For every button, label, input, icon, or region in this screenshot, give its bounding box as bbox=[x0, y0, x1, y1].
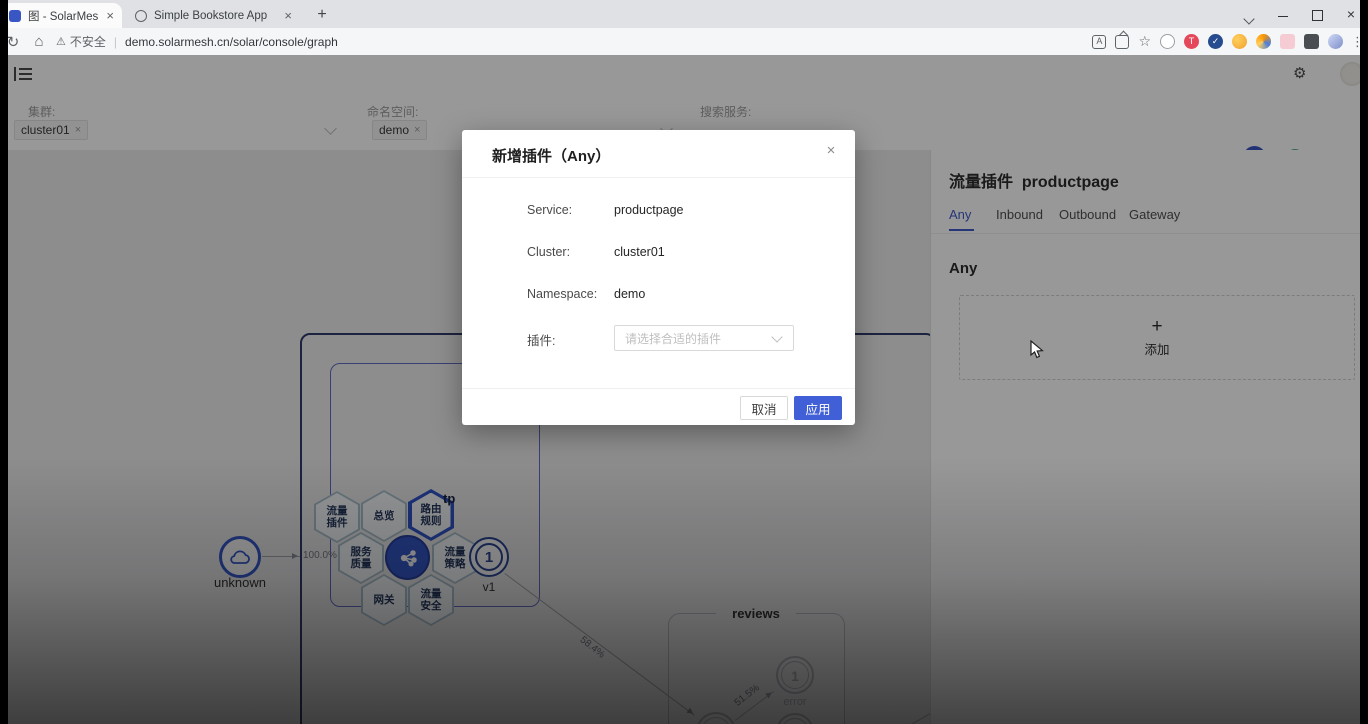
address-bar[interactable]: ⚠ 不安全 | demo.solarmesh.cn/solar/console/… bbox=[56, 31, 1084, 52]
modal-title: 新增插件（Any） bbox=[492, 145, 610, 166]
letterbox-left bbox=[0, 0, 8, 724]
screen: 图 - SolarMesh × Simple Bookstore App × +… bbox=[0, 0, 1368, 724]
service-label: Service: bbox=[527, 203, 572, 217]
plugin-select-placeholder: 请选择合适的插件 bbox=[625, 330, 773, 347]
active-tab-underline bbox=[949, 229, 974, 231]
cluster-label: 集群: bbox=[28, 103, 55, 120]
apply-button[interactable]: 应用 bbox=[794, 396, 842, 420]
productpage-v1-node[interactable]: 1 bbox=[469, 537, 509, 577]
extension-emoji-icon[interactable] bbox=[1232, 34, 1247, 49]
solarmesh-favicon bbox=[9, 10, 21, 22]
home-icon[interactable]: ⌂ bbox=[26, 33, 52, 50]
collapse-menu-icon[interactable] bbox=[14, 66, 32, 82]
profile-avatar-icon[interactable] bbox=[1328, 34, 1343, 49]
cluster-select-chevron-icon[interactable] bbox=[324, 122, 337, 135]
tab-strip: 图 - SolarMesh × Simple Bookstore App × +… bbox=[0, 0, 1368, 28]
tab-any[interactable]: Any bbox=[949, 207, 971, 222]
share-icon bbox=[397, 547, 419, 569]
v1-node-label: v1 bbox=[474, 580, 504, 594]
extension-red-icon[interactable]: T bbox=[1184, 34, 1199, 49]
cluster-label: Cluster: bbox=[527, 245, 570, 259]
tab-title: Simple Bookstore App bbox=[154, 10, 276, 22]
edge-label: 100.0% bbox=[303, 550, 337, 561]
ghost-shape bbox=[1065, 528, 1147, 606]
edge-unknown-productpage bbox=[262, 556, 300, 557]
extensions-puzzle-icon[interactable] bbox=[1304, 34, 1319, 49]
add-label: 添加 bbox=[1144, 339, 1169, 358]
plugin-label: 插件: bbox=[527, 330, 555, 349]
extension-firefox-icon[interactable] bbox=[1256, 34, 1271, 49]
traffic-plugin-panel: 流量插件 productpage Any Inbound Outbound Ga… bbox=[930, 150, 1368, 724]
namespace-label: Namespace: bbox=[527, 287, 597, 301]
namespace-value: demo bbox=[614, 287, 645, 301]
mouse-cursor bbox=[1030, 340, 1046, 360]
modal-close-icon[interactable]: × bbox=[821, 142, 841, 159]
reviews-group-box bbox=[668, 613, 845, 724]
extension-check-icon[interactable]: ✓ bbox=[1208, 34, 1223, 49]
tab-close-icon[interactable]: × bbox=[106, 9, 114, 22]
cluster-value: cluster01 bbox=[614, 245, 665, 259]
share-icon[interactable] bbox=[1115, 35, 1129, 49]
globe-favicon bbox=[135, 10, 147, 22]
translate-icon[interactable]: A bbox=[1092, 35, 1106, 49]
tab-solarmesh[interactable]: 图 - SolarMesh × bbox=[0, 3, 122, 28]
tab-title: 图 - SolarMesh bbox=[28, 8, 98, 24]
cloud-icon bbox=[229, 550, 251, 565]
tab-inbound[interactable]: Inbound bbox=[996, 207, 1043, 222]
cluster-tag[interactable]: cluster01 × bbox=[14, 120, 88, 140]
tab-bookstore[interactable]: Simple Bookstore App × bbox=[126, 3, 300, 28]
search-label: 搜索服务: bbox=[700, 103, 751, 120]
browser-toolbar: ↻ ⌂ ⚠ 不安全 | demo.solarmesh.cn/solar/cons… bbox=[0, 28, 1368, 56]
bookmark-star-icon[interactable]: ☆ bbox=[1138, 34, 1151, 49]
tag-remove-icon[interactable]: × bbox=[414, 121, 420, 139]
namespace-tag[interactable]: demo × bbox=[372, 120, 427, 140]
extension-smiley-icon[interactable] bbox=[1160, 34, 1175, 49]
ghost-shape bbox=[1026, 498, 1086, 538]
reviews-error-node[interactable]: 1 bbox=[776, 656, 814, 694]
new-tab-button[interactable]: + bbox=[310, 4, 334, 28]
plugin-select[interactable]: 请选择合适的插件 bbox=[614, 325, 794, 351]
cancel-button[interactable]: 取消 bbox=[740, 396, 788, 420]
service-value: productpage bbox=[614, 203, 684, 217]
tab-gateway[interactable]: Gateway bbox=[1129, 207, 1180, 222]
extension-pink-icon[interactable] bbox=[1280, 34, 1295, 49]
app-bar: ⚙ bbox=[0, 55, 1368, 93]
letterbox-right bbox=[1360, 0, 1368, 724]
divider bbox=[931, 233, 1368, 234]
tab-close-icon[interactable]: × bbox=[284, 9, 292, 22]
error-node-label: error bbox=[775, 696, 815, 708]
add-plugin-modal: 新增插件（Any） × Service: productpage Cluster… bbox=[462, 130, 855, 425]
add-plugin-box[interactable]: + 添加 bbox=[959, 295, 1355, 380]
browser-window: 图 - SolarMesh × Simple Bookstore App × +… bbox=[0, 0, 1368, 724]
unknown-node[interactable] bbox=[219, 536, 261, 578]
namespace-label: 命名空间: bbox=[367, 103, 418, 120]
url-text[interactable]: demo.solarmesh.cn/solar/console/graph bbox=[125, 35, 338, 49]
panel-service-name: productpage bbox=[1022, 174, 1119, 191]
tab-outbound[interactable]: Outbound bbox=[1059, 207, 1116, 222]
divider bbox=[462, 177, 855, 178]
toolbar-icons: A ☆ T ✓ bbox=[1092, 34, 1343, 49]
partially-hidden-label: tp bbox=[443, 491, 455, 506]
section-heading: Any bbox=[949, 260, 977, 277]
security-chip[interactable]: 不安全 bbox=[70, 33, 106, 50]
tag-remove-icon[interactable]: × bbox=[75, 121, 81, 139]
settings-gear-icon[interactable]: ⚙ bbox=[1293, 64, 1306, 82]
productpage-service-node[interactable] bbox=[385, 535, 430, 580]
warning-icon: ⚠ bbox=[56, 35, 66, 48]
panel-title: 流量插件 productpage bbox=[949, 168, 1119, 192]
plus-icon: + bbox=[1151, 317, 1162, 337]
divider bbox=[462, 388, 855, 389]
unknown-node-label: unknown bbox=[205, 575, 275, 590]
reviews-group-label: reviews bbox=[716, 606, 796, 621]
chevron-down-icon bbox=[771, 331, 782, 342]
